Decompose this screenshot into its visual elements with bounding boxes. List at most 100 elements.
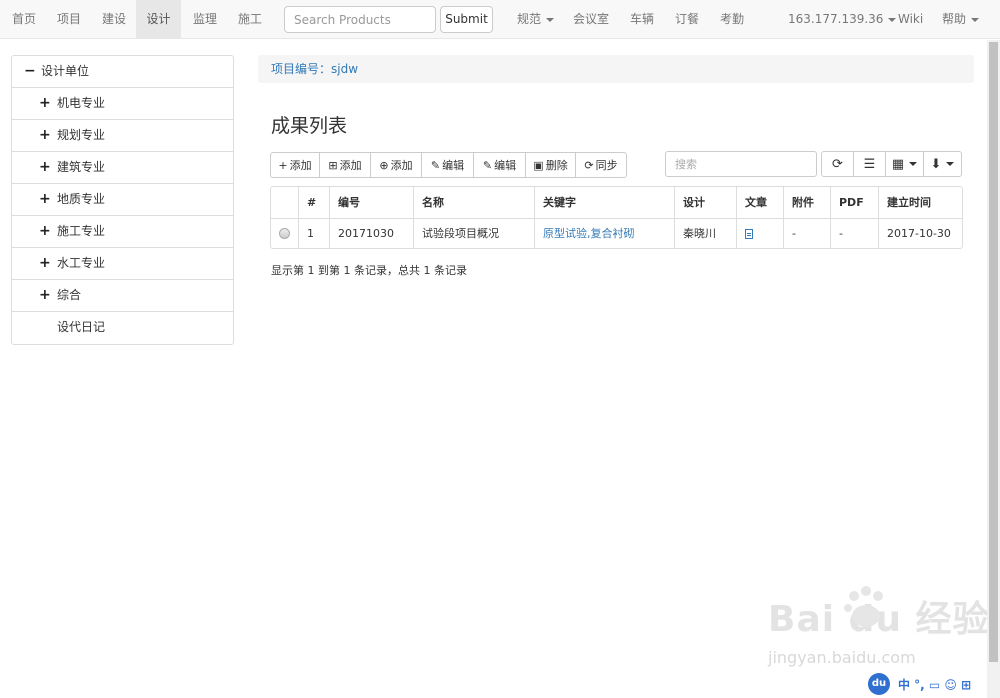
edit-button[interactable]: ✎ 编辑 — [421, 152, 474, 178]
nav-standards-label: 规范 — [517, 12, 542, 26]
edit-icon: ✎ — [430, 158, 441, 172]
add-button-3[interactable]: ⊕ 添加 — [370, 152, 422, 178]
col-index[interactable]: # — [298, 187, 330, 219]
caret-down-icon — [971, 17, 980, 22]
nav-meeting-room[interactable]: 会议室 — [573, 0, 609, 39]
tree-item-label: 设计单位 — [41, 64, 90, 78]
col-attachment[interactable]: 附件 — [783, 187, 831, 219]
list-icon: ☰ — [863, 156, 876, 172]
nav-standards-dropdown[interactable]: 规范 — [517, 0, 555, 39]
expand-icon[interactable]: + — [39, 120, 51, 151]
nav-construction[interactable]: 建设 — [102, 0, 126, 39]
col-designer[interactable]: 设计 — [674, 187, 737, 219]
expand-icon[interactable]: + — [39, 248, 51, 279]
add-button[interactable]: + 添加 — [270, 152, 320, 178]
nav-ip-dropdown[interactable]: 163.177.139.36 — [788, 0, 897, 39]
caret-down-icon — [946, 162, 955, 166]
nav-design[interactable]: 设计 — [136, 0, 181, 39]
edit-label: 编辑 — [442, 159, 465, 172]
edit-label: 编辑 — [494, 159, 517, 172]
row-select-cell — [271, 218, 299, 248]
tree-item-geology[interactable]: + 地质专业 — [12, 184, 233, 216]
ime-toolbar[interactable]: du 中 °, ▭ ☺ ⊞ — [868, 672, 988, 696]
search-input[interactable] — [284, 6, 436, 33]
col-article[interactable]: 文章 — [736, 187, 784, 219]
tree-item-electromechanical[interactable]: + 机电专业 — [12, 88, 233, 120]
sync-label: 同步 — [595, 159, 618, 172]
unit-tree: − 设计单位 + 机电专业 + 规划专业 + 建筑专业 + 地质专业 + 施工专… — [11, 55, 234, 345]
col-keywords[interactable]: 关键字 — [534, 187, 675, 219]
nav-building[interactable]: 施工 — [238, 0, 262, 39]
row-radio[interactable] — [279, 228, 290, 240]
nav-ip-label: 163.177.139.36 — [788, 12, 884, 26]
delete-button[interactable]: ▣ 删除 — [525, 152, 576, 178]
expand-icon[interactable]: + — [39, 216, 51, 247]
edit-button-2[interactable]: ✎ 编辑 — [473, 152, 526, 178]
nav-home[interactable]: 首页 — [12, 0, 36, 39]
row-keywords-link[interactable]: 原型试验,复合衬砌 — [543, 227, 635, 240]
add-button-2[interactable]: ⊞ 添加 — [319, 152, 371, 178]
expand-icon[interactable]: + — [39, 152, 51, 183]
row-article-cell — [736, 218, 784, 248]
vertical-scrollbar[interactable] — [987, 40, 1000, 698]
tree-item-architecture[interactable]: + 建筑专业 — [12, 152, 233, 184]
columns-dropdown-button[interactable]: ▦ — [885, 151, 924, 177]
plus-square-filled-icon: ⊕ — [379, 158, 389, 172]
expand-icon[interactable]: + — [39, 280, 51, 311]
breadcrumb: 项目编号：sjdw — [258, 55, 974, 83]
document-icon[interactable] — [745, 228, 753, 239]
add-label: 添加 — [390, 159, 413, 172]
tree-item-construction[interactable]: + 施工专业 — [12, 216, 233, 248]
nav-help-dropdown[interactable]: 帮助 — [942, 0, 980, 39]
page-title: 成果列表 — [271, 115, 348, 137]
trash-icon: ▣ — [533, 158, 544, 172]
expand-icon[interactable]: + — [39, 88, 51, 119]
col-code[interactable]: 编号 — [329, 187, 414, 219]
row-name: 试验段项目概况 — [413, 218, 535, 248]
paw-icon — [844, 586, 883, 627]
expand-icon[interactable]: + — [39, 184, 51, 215]
col-created[interactable]: 建立时间 — [878, 187, 962, 219]
plus-square-icon: ⊞ — [328, 158, 338, 172]
delete-label: 删除 — [545, 159, 568, 172]
tree-item-planning[interactable]: + 规划专业 — [12, 120, 233, 152]
tree-item-label: 水工专业 — [57, 256, 106, 270]
nav-attendance[interactable]: 考勤 — [720, 0, 744, 39]
ime-status[interactable]: 中 °, ▭ ☺ ⊞ — [898, 676, 971, 693]
submit-button[interactable]: Submit — [440, 6, 493, 33]
row-keywords-cell: 原型试验,复合衬砌 — [534, 218, 675, 248]
pagination-info: 显示第 1 到第 1 条记录，总共 1 条记录 — [271, 264, 467, 277]
sync-button[interactable]: ⟳ 同步 — [575, 152, 627, 178]
nav-wiki[interactable]: Wiki — [898, 0, 923, 39]
tree-item-label: 设代日记 — [57, 320, 106, 334]
tree-item-design-diary[interactable]: 设代日记 — [12, 312, 233, 344]
scrollbar-thumb[interactable] — [989, 42, 998, 662]
plus-icon: + — [278, 158, 288, 172]
row-created: 2017-10-30 — [878, 218, 962, 248]
caret-down-icon — [546, 17, 555, 22]
collapse-icon[interactable]: − — [24, 56, 36, 87]
toggle-view-button[interactable]: ☰ — [853, 151, 886, 177]
tree-item-comprehensive[interactable]: + 综合 — [12, 280, 233, 312]
nav-vehicles[interactable]: 车辆 — [630, 0, 654, 39]
nav-meal-order[interactable]: 订餐 — [675, 0, 699, 39]
table-search-input[interactable] — [665, 151, 817, 177]
nav-supervision[interactable]: 监理 — [193, 0, 217, 39]
tree-item-hydraulic[interactable]: + 水工专业 — [12, 248, 233, 280]
tree-item-design-unit[interactable]: − 设计单位 — [12, 56, 233, 88]
tree-item-label: 综合 — [57, 288, 82, 302]
col-name[interactable]: 名称 — [413, 187, 535, 219]
export-icon: ⬇ — [930, 156, 942, 172]
col-pdf[interactable]: PDF — [830, 187, 879, 219]
sync-icon: ⟳ — [584, 158, 594, 172]
action-toolbar: + 添加 ⊞ 添加 ⊕ 添加 ✎ 编辑 ✎ 编辑 ▣ 删除 ⟳ 同步 — [270, 152, 627, 178]
refresh-icon: ⟳ — [832, 156, 843, 172]
row-pdf: - — [830, 218, 879, 248]
table-row[interactable]: 1 20171030 试验段项目概况 原型试验,复合衬砌 秦晓川 - - 201… — [271, 218, 962, 248]
nav-project[interactable]: 项目 — [57, 0, 81, 39]
refresh-button[interactable]: ⟳ — [821, 151, 854, 177]
caret-down-icon — [888, 17, 897, 22]
caret-down-icon — [909, 162, 918, 166]
export-dropdown-button[interactable]: ⬇ — [923, 151, 962, 177]
baidu-ime-icon[interactable]: du — [868, 673, 890, 695]
